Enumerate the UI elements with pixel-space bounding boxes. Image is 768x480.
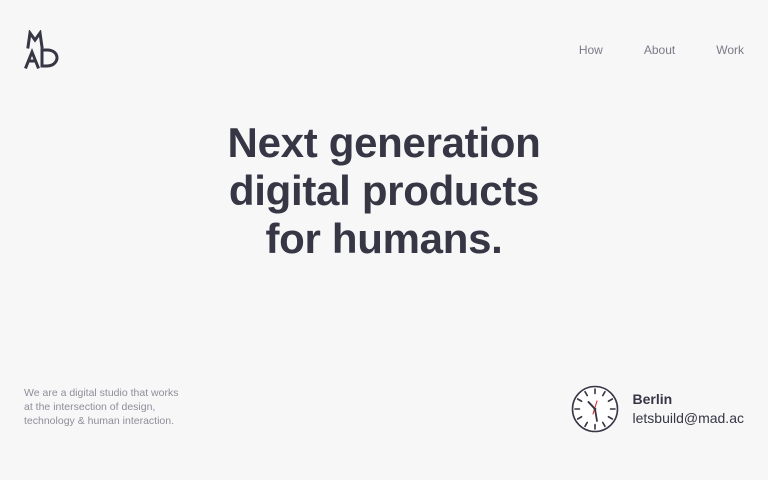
page: How About Work Next generation digital p…: [0, 0, 768, 480]
city-label: Berlin: [632, 391, 673, 407]
hero-line-1: Next generation: [227, 119, 541, 166]
contact-block: Berlin letsbuild@mad.ac: [571, 385, 745, 433]
main-nav: How About Work: [579, 43, 744, 57]
contact-text: Berlin letsbuild@mad.ac: [633, 390, 745, 428]
hero-headline: Next generation digital products for hum…: [0, 119, 768, 263]
hero-line-3: for humans.: [265, 215, 503, 262]
mad-logo-icon[interactable]: [24, 30, 60, 70]
description-line-1: We are a digital studio that works: [24, 387, 179, 399]
studio-description: We are a digital studio that works at th…: [24, 386, 224, 428]
nav-link-work[interactable]: Work: [716, 43, 744, 57]
hero-line-2: digital products: [228, 167, 540, 214]
wall-clock-icon: [571, 385, 619, 433]
email-link[interactable]: letsbuild@mad.ac: [633, 409, 745, 428]
description-line-3: technology & human interaction.: [24, 415, 175, 427]
nav-link-how[interactable]: How: [579, 43, 603, 57]
description-line-2: at the intersection of design,: [24, 401, 156, 413]
nav-link-about[interactable]: About: [644, 43, 675, 57]
